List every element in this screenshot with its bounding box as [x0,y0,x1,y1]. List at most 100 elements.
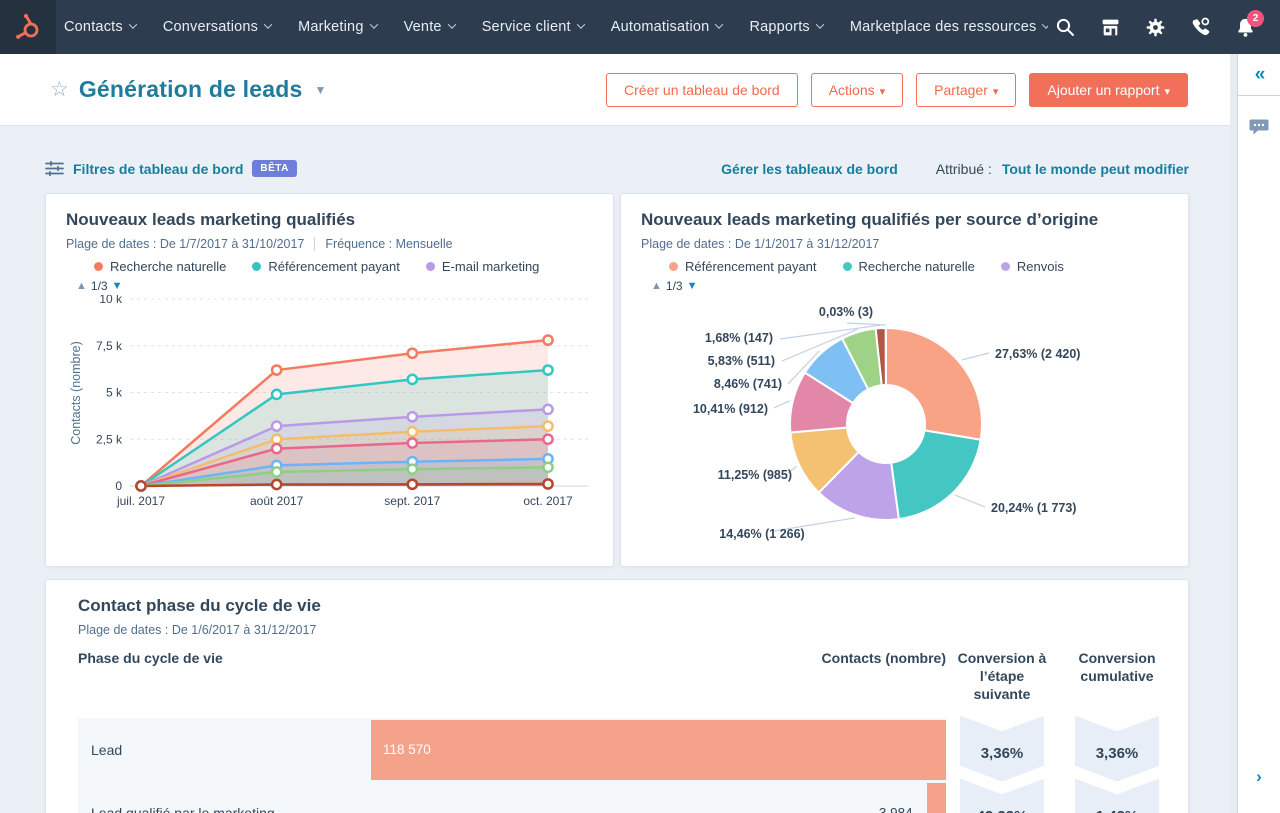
report-date-range: Plage de dates : De 1/6/2017 à 31/12/201… [78,623,317,637]
nav-item-service-client[interactable]: Service client [482,19,585,35]
funnel-bar-zone: 3 984 [371,780,946,813]
legend-next-button[interactable]: ▼ [687,280,698,292]
report-card-leads-by-source-donut: Nouveaux leads marketing qualifiés per s… [620,193,1189,567]
svg-text:1,68% (147): 1,68% (147) [705,331,773,345]
nav-item-marketing[interactable]: Marketing [298,19,378,35]
svg-text:14,46% (1 266): 14,46% (1 266) [719,527,804,541]
nav-item-marketplace[interactable]: Marketplace des ressources [850,19,1048,35]
report-frequency: Fréquence : Mensuelle [325,237,453,251]
donut-chart[interactable]: 27,63% (2 420) 20,24% (1 773) 14,46% (1 26… [641,295,1171,547]
svg-text:2,5 k: 2,5 k [96,432,123,446]
legend-item[interactable]: Recherche naturelle [94,259,226,274]
collapse-panel-icon[interactable]: « [1255,64,1265,86]
funnel-bar[interactable] [926,782,946,813]
report-date-range: Plage de dates : De 1/7/2017 à 31/10/201… [66,237,305,251]
legend-dot [842,262,852,271]
report-date-range: Plage de dates : De 1/1/2017 à 31/12/201… [641,237,880,251]
nav-icon-group: 2 [1054,0,1280,54]
sprocket-icon [16,13,39,39]
chevron-down-icon [263,19,273,29]
conversion-cumulative-badge: 3,36% [1075,715,1159,782]
svg-text:août 2017: août 2017 [250,494,304,508]
settings-gear-icon[interactable] [1144,16,1166,38]
legend-pager: ▲ 1/3 ▼ [66,279,593,293]
chevron-down-icon: ▾ [992,85,999,98]
legend-next-button[interactable]: ▼ [112,280,123,292]
conversion-next-badge: 42,22% [960,778,1044,813]
svg-text:20,24% (1 773): 20,24% (1 773) [991,501,1076,515]
svg-text:10 k: 10 k [99,295,123,306]
nav-item-rapports[interactable]: Rapports [749,19,825,35]
legend-dot [94,262,103,271]
add-report-button[interactable]: Ajouter un rapport ▾ [1029,72,1188,107]
svg-text:27,63% (2 420): 27,63% (2 420) [995,347,1080,361]
marketplace-icon[interactable] [1099,16,1121,38]
column-header-phase: Phase du cycle de vie [78,650,223,666]
chevron-down-icon: ▾ [1164,85,1170,98]
column-header-conversion-next: Conversion à l’étape suivante [957,650,1047,703]
assigned-label: Attribué : [935,160,992,177]
funnel-bar[interactable]: 118 570 [371,719,946,780]
table-row: Lead 118 570 3,36% 3,36% [78,715,1176,782]
nav-item-automatisation[interactable]: Automatisation [611,19,724,35]
legend-pager: ▲ 1/3 ▼ [641,279,1168,293]
nav-item-vente[interactable]: Vente [404,19,456,35]
dashboard-switcher-caret-icon[interactable]: ▼ [314,83,326,97]
comments-icon[interactable] [1249,118,1269,136]
search-icon[interactable] [1054,16,1076,38]
line-chart[interactable]: 0 2,5 k 5 k 7,5 k 10 k juil. 2017 août 2017 sep… [66,292,598,533]
notification-count-badge: 2 [1247,10,1264,27]
share-button[interactable]: Partager ▾ [916,72,1017,107]
dashboard-body: Filtres de tableau de bord BÊTA Gérer le… [0,126,1230,813]
nav-item-contacts[interactable]: Contacts [64,19,138,35]
legend-page-indicator: 1/3 [90,279,108,293]
legend-item[interactable]: Référencement payant [669,259,817,274]
actions-button[interactable]: Actions ▾ [810,72,904,107]
funnel-phase-label: Lead qualifié par le marketing [78,780,371,813]
legend-item[interactable]: Recherche naturelle [842,259,975,274]
chevron-down-icon [1042,19,1048,29]
manage-dashboards-link[interactable]: Gérer les tableaux de bord [721,161,898,177]
column-header-contacts: Contacts (nombre) [821,650,946,666]
legend-item[interactable]: E-mail marketing [425,259,539,274]
dashboard-filters-label: Filtres de tableau de bord [73,160,244,177]
report-card-new-leads-line: Nouveaux leads marketing qualifiés Plage… [45,193,614,567]
dashboard-filters-button[interactable]: Filtres de tableau de bord BÊTA [45,160,297,177]
legend-item[interactable]: Renvois [1000,259,1064,274]
funnel-bar-zone: 118 570 [371,717,946,782]
report-title: Contact phase du cycle de vie [78,596,321,615]
chevron-down-icon [447,19,456,29]
report-card-lifecycle-funnel: Contact phase du cycle de vie Plage de d… [45,579,1189,813]
next-panel-icon[interactable]: › [1238,767,1280,787]
svg-text:Contacts (nombre): Contacts (nombre) [69,341,83,445]
svg-text:8,46% (741): 8,46% (741) [714,377,782,391]
scrollbar[interactable] [1230,54,1237,813]
funnel-bar-value: 118 570 [383,742,431,758]
report-title: Nouveaux leads marketing qualifiés [66,210,356,229]
beta-badge: BÊTA [252,160,297,177]
favorite-star-icon[interactable]: ☆ [50,77,69,102]
legend-dot [1000,262,1010,271]
assigned-value-link[interactable]: Tout le monde peut modifier [1002,161,1189,177]
svg-text:10,41% (912): 10,41% (912) [693,402,768,416]
create-dashboard-button[interactable]: Créer un tableau de bord [606,72,798,107]
svg-text:juil. 2017: juil. 2017 [116,494,165,508]
chevron-down-icon [576,19,585,29]
chevron-down-icon [369,19,378,29]
nav-menu: Contacts Conversations Marketing Vente S… [56,0,1048,54]
svg-text:oct. 2017: oct. 2017 [523,494,573,508]
calls-phone-icon[interactable] [1189,16,1211,38]
legend-dot [425,262,435,271]
legend-prev-button[interactable]: ▲ [76,280,87,292]
chevron-down-icon [815,19,825,29]
svg-text:0: 0 [115,479,122,493]
hubspot-logo[interactable] [0,0,56,54]
funnel-table-header: Phase du cycle de vie Contacts (nombre) … [78,649,1176,704]
nav-item-conversations[interactable]: Conversations [163,19,273,35]
legend-item[interactable]: Référencement payant [252,259,400,274]
notifications-bell-icon[interactable]: 2 [1234,10,1264,38]
svg-text:5 k: 5 k [106,386,123,400]
chevron-down-icon: ▾ [879,85,886,98]
column-header-conversion-cumulative: Conversion cumulative [1078,650,1156,685]
legend-prev-button[interactable]: ▲ [651,280,662,292]
